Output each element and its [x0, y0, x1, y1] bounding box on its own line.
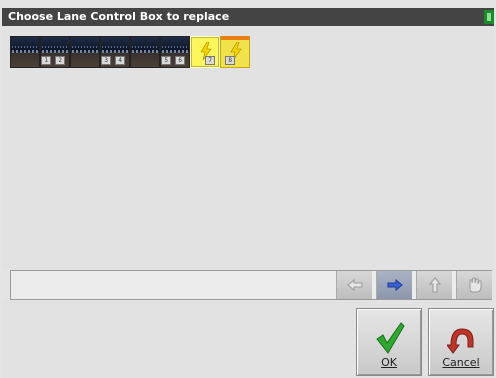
lane-box-number: 7: [205, 56, 215, 65]
lane-box-number: 4: [115, 56, 125, 65]
cancel-button[interactable]: Cancel: [428, 308, 494, 376]
lane-box-tile[interactable]: 5 6: [160, 36, 190, 68]
lane-box-number: 1: [41, 56, 51, 65]
lane-box-tile[interactable]: 3 4: [100, 36, 130, 68]
lane-box-tile[interactable]: [70, 36, 100, 68]
lane-box-number: 2: [55, 56, 65, 65]
lane-box-list: 1 2 3 4 5 6 7 8: [10, 36, 250, 68]
undo-arrow-icon: [447, 328, 474, 354]
arrow-right-icon: [387, 278, 403, 292]
title-bar: Choose Lane Control Box to replace: [2, 8, 494, 26]
arrow-up-icon: [428, 277, 442, 293]
main-content: 1 2 3 4 5 6 7 8: [2, 26, 494, 270]
nav-left-button[interactable]: [336, 271, 372, 299]
lane-box-tile[interactable]: [130, 36, 160, 68]
lane-box-tile[interactable]: 8: [220, 36, 250, 68]
lane-box-number: 8: [225, 56, 235, 65]
lane-box-tile[interactable]: [10, 36, 40, 68]
arrow-left-icon: [347, 278, 363, 292]
ok-button-label: OK: [381, 356, 397, 369]
ok-button[interactable]: OK: [356, 308, 422, 376]
lane-box-tile[interactable]: 1 2: [40, 36, 70, 68]
window-title: Choose Lane Control Box to replace: [8, 10, 230, 23]
nav-right-button[interactable]: [376, 271, 412, 299]
lane-box-number: 3: [101, 56, 111, 65]
app-status-icon: [484, 10, 494, 24]
nav-hand-button[interactable]: [456, 271, 492, 299]
hand-icon: [469, 277, 482, 293]
lane-box-tile-selected[interactable]: 7: [190, 36, 220, 68]
cancel-button-label: Cancel: [442, 356, 480, 369]
lane-box-number: 5: [161, 56, 171, 65]
checkmark-icon: [376, 322, 405, 354]
nav-up-button[interactable]: [416, 271, 452, 299]
lane-box-number: 6: [175, 56, 185, 65]
